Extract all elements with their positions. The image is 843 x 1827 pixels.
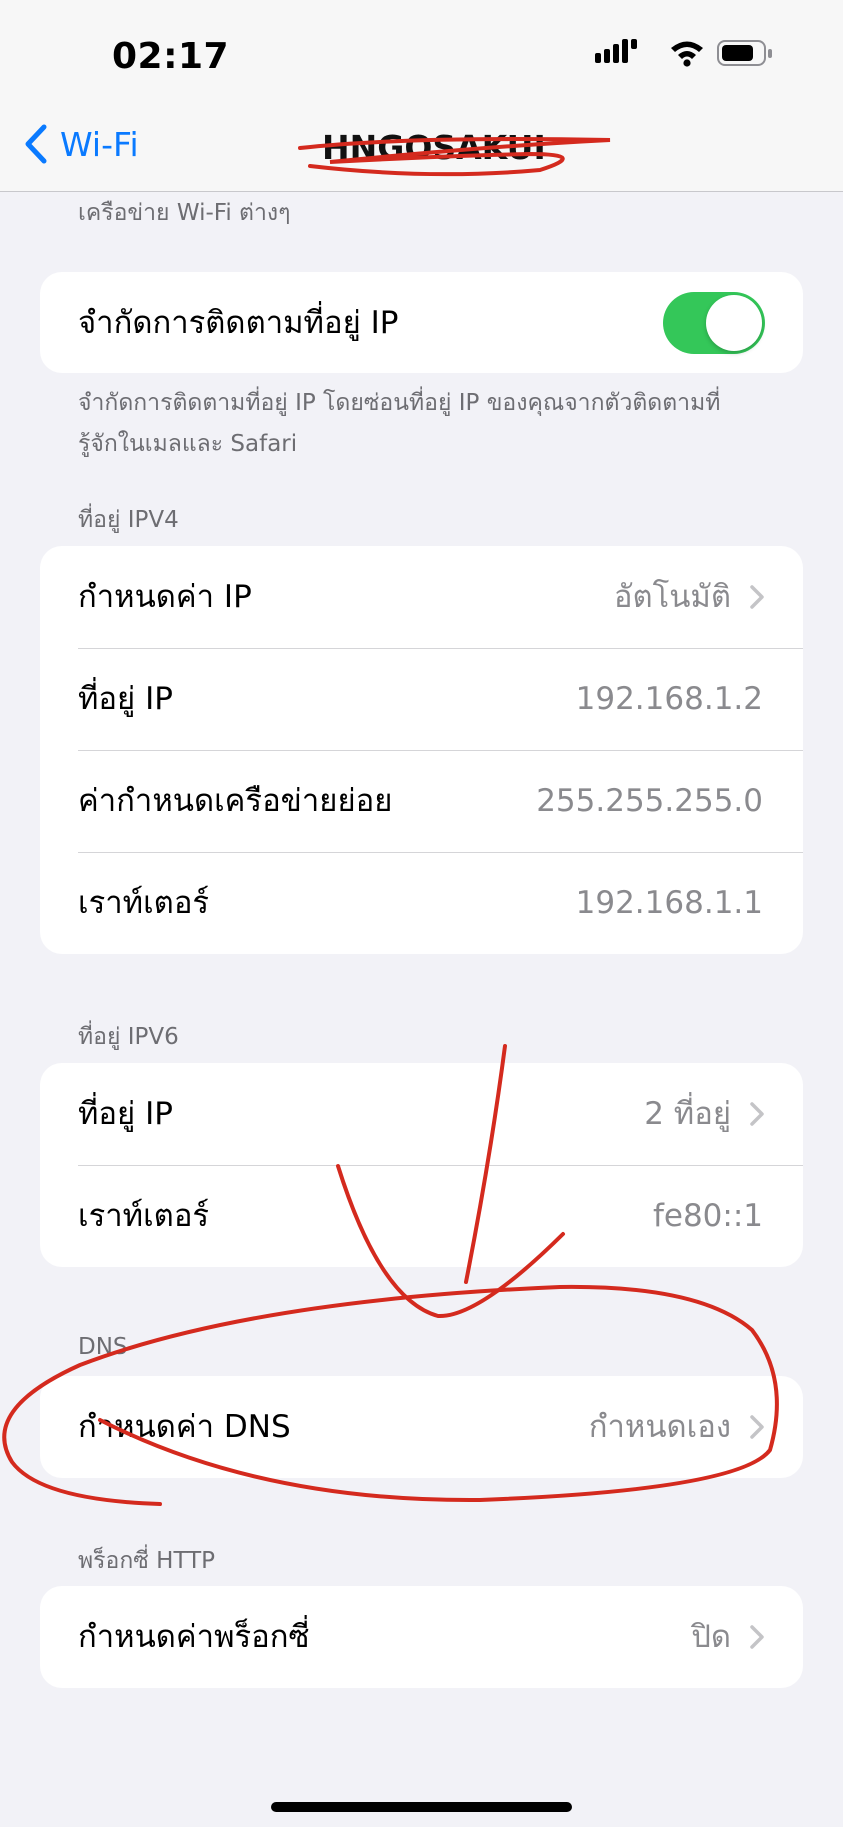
chevron-right-icon <box>750 1102 764 1126</box>
status-time: 02:17 <box>112 36 230 77</box>
scribble-mark <box>298 137 611 177</box>
dns-header: DNS <box>78 1334 128 1360</box>
configure-ip-row[interactable]: กำหนดค่า IP อัตโนมัติ <box>40 546 803 648</box>
configure-ip-value: อัตโนมัติ <box>613 579 731 615</box>
router-label: เราท์เตอร์ <box>78 885 210 921</box>
ipv6-address-value: 2 ที่อยู่ <box>644 1096 731 1132</box>
limit-ip-row: จำกัดการติดตามที่อยู่ IP <box>40 272 803 373</box>
back-label: Wi-Fi <box>60 124 139 164</box>
configure-ip-label: กำหนดค่า IP <box>78 579 252 615</box>
ipv6-router-label: เราท์เตอร์ <box>78 1198 210 1234</box>
subnet-mask-row: ค่ากำหนดเครือข่ายย่อย 255.255.255.0 <box>40 750 803 852</box>
configure-dns-row[interactable]: กำหนดค่า DNS กำหนดเอง <box>40 1376 803 1478</box>
networks-caption: เครือข่าย Wi-Fi ต่างๆ <box>78 200 291 226</box>
limit-ip-footer: จำกัดการติดตามที่อยู่ IP โดยซ่อนที่อยู่ … <box>78 383 778 465</box>
toggle-knob <box>706 295 762 351</box>
ipv6-header: ที่อยู่ IPV6 <box>78 1024 179 1050</box>
ip-address-label: ที่อยู่ IP <box>78 681 173 717</box>
status-bar: 02:17 <box>0 0 843 110</box>
limit-ip-label: จำกัดการติดตามที่อยู่ IP <box>78 305 399 341</box>
router-row: เราท์เตอร์ 192.168.1.1 <box>40 852 803 954</box>
configure-dns-label: กำหนดค่า DNS <box>78 1409 291 1445</box>
limit-ip-footer-line1: จำกัดการติดตามที่อยู่ IP โดยซ่อนที่อยู่ … <box>78 390 721 416</box>
wifi-icon <box>671 41 703 67</box>
subnet-mask-label: ค่ากำหนดเครือข่ายย่อย <box>78 783 393 819</box>
ipv6-router-row: เราท์เตอร์ fe80::1 <box>40 1165 803 1267</box>
chevron-left-icon <box>25 124 47 164</box>
ip-address-value: 192.168.1.2 <box>575 681 763 717</box>
ipv6-address-label: ที่อยู่ IP <box>78 1096 173 1132</box>
limit-ip-group: จำกัดการติดตามที่อยู่ IP <box>40 272 803 373</box>
router-value: 192.168.1.1 <box>575 885 763 921</box>
ipv6-address-row[interactable]: ที่อยู่ IP 2 ที่อยู่ <box>40 1063 803 1165</box>
ipv4-header: ที่อยู่ IPV4 <box>78 507 179 533</box>
proxy-header: พร็อกซี่ HTTP <box>78 1548 216 1574</box>
ipv6-router-value: fe80::1 <box>652 1198 763 1234</box>
home-indicator[interactable] <box>271 1802 572 1812</box>
dns-group: กำหนดค่า DNS กำหนดเอง <box>40 1376 803 1478</box>
battery-icon <box>717 40 772 66</box>
configure-proxy-value: ปิด <box>691 1619 731 1655</box>
chevron-right-icon <box>750 1415 764 1439</box>
configure-proxy-label: กำหนดค่าพร็อกซี่ <box>78 1619 310 1655</box>
limit-ip-footer-line2: รู้จักในเมลและ Safari <box>78 431 298 457</box>
subnet-mask-value: 255.255.255.0 <box>536 783 763 819</box>
cellular-signal-icon <box>595 39 637 63</box>
configure-dns-value: กำหนดเอง <box>588 1409 731 1445</box>
limit-ip-toggle[interactable] <box>663 292 765 354</box>
ipv6-group: ที่อยู่ IP 2 ที่อยู่ เราท์เตอร์ fe80::1 <box>40 1063 803 1267</box>
configure-proxy-row[interactable]: กำหนดค่าพร็อกซี่ ปิด <box>40 1586 803 1688</box>
chevron-right-icon <box>750 585 764 609</box>
ip-address-row: ที่อยู่ IP 192.168.1.2 <box>40 648 803 750</box>
status-icons <box>595 38 773 76</box>
proxy-group: กำหนดค่าพร็อกซี่ ปิด <box>40 1586 803 1688</box>
ipv4-group: กำหนดค่า IP อัตโนมัติ ที่อยู่ IP 192.168… <box>40 546 803 954</box>
chevron-right-icon <box>750 1625 764 1649</box>
back-button[interactable]: Wi-Fi <box>24 124 139 164</box>
